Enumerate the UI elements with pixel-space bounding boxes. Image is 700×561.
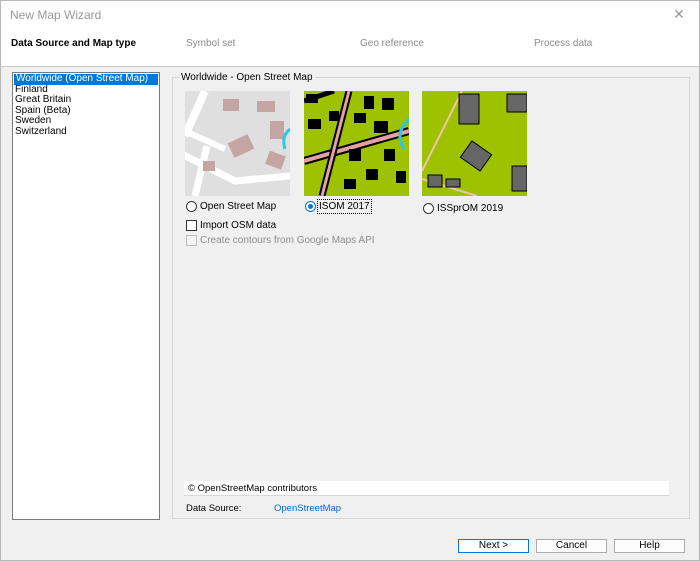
step-process-data: Process data [534, 38, 593, 49]
list-item[interactable]: Switzerland [13, 126, 159, 138]
radio-unchecked-icon [423, 203, 434, 214]
help-button[interactable]: Help [614, 539, 685, 553]
radio-label: ISSprOM 2019 [437, 203, 504, 214]
step-symbol-set: Symbol set [186, 38, 236, 49]
step-geo-reference: Geo reference [360, 38, 424, 49]
radio-issprom-2019[interactable]: ISSprOM 2019 [423, 203, 503, 214]
radio-label: Open Street Map [200, 201, 277, 212]
cancel-button[interactable]: Cancel [536, 539, 607, 553]
radio-checked-icon [305, 201, 316, 212]
attribution-text: © OpenStreetMap contributors [184, 481, 669, 496]
step-data-source: Data Source and Map type [11, 38, 137, 49]
next-button[interactable]: Next > [458, 539, 529, 553]
import-osm-checkbox[interactable]: Import OSM data [186, 220, 276, 231]
data-source-link[interactable]: OpenStreetMap [274, 503, 341, 514]
title-bar: New Map Wizard ✕ [1, 1, 699, 27]
radio-unchecked-icon [186, 201, 197, 212]
contours-checkbox: Create contours from Google Maps API [186, 235, 375, 246]
checkbox-icon [186, 220, 197, 231]
region-list[interactable]: Worldwide (Open Street Map) Finland Grea… [12, 72, 160, 520]
checkbox-label: Create contours from Google Maps API [200, 235, 375, 246]
isom-2017-preview-image[interactable] [304, 91, 409, 196]
wizard-steps: Data Source and Map type Symbol set Geo … [1, 27, 699, 67]
issprom-2019-preview-image[interactable] [422, 91, 527, 196]
window-title: New Map Wizard [10, 8, 102, 22]
checkbox-label: Import OSM data [200, 220, 277, 231]
checkbox-icon [186, 235, 197, 246]
wizard-window: New Map Wizard ✕ Data Source and Map typ… [0, 0, 700, 561]
list-item[interactable]: Worldwide (Open Street Map) [14, 73, 158, 85]
radio-label: ISOM 2017 [317, 199, 372, 214]
radio-isom-2017[interactable]: ISOM 2017 [305, 199, 372, 214]
data-source-label: Data Source: [186, 503, 242, 514]
close-icon[interactable]: ✕ [659, 1, 699, 27]
radio-open-street-map[interactable]: Open Street Map [186, 201, 276, 212]
osm-preview-image[interactable] [185, 91, 290, 196]
group-title: Worldwide - Open Street Map [179, 72, 315, 83]
